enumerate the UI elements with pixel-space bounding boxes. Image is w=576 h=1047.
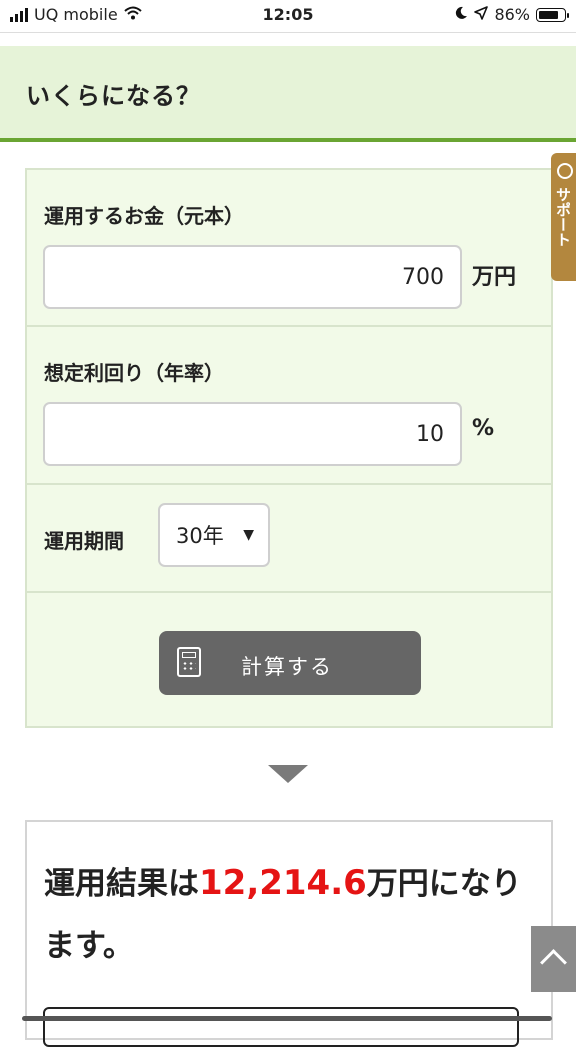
rate-row: 想定利回り（年率） % (27, 327, 551, 485)
principal-row: 運用するお金（元本） 万円 (27, 170, 551, 327)
result-value: 12,214.6 (199, 863, 367, 903)
calculator-icon (177, 647, 201, 677)
period-selected-value: 30年 (176, 524, 224, 548)
scroll-top-button[interactable] (531, 926, 576, 992)
support-side-tab[interactable]: サポート (551, 153, 576, 281)
principal-unit: 万円 (472, 265, 517, 290)
period-row: 運用期間 30年 ▼ (27, 485, 551, 593)
section-header: いくらになる？ (0, 46, 576, 142)
rate-unit: % (472, 416, 495, 441)
location-icon (474, 5, 489, 24)
simulation-form: 運用するお金（元本） 万円 想定利回り（年率） % 運用期間 30年 ▼ 計算す… (25, 168, 553, 728)
battery-icon (536, 7, 569, 22)
support-icon (557, 163, 573, 179)
calculate-button-label: 計算する (241, 655, 333, 679)
down-arrow-icon (268, 765, 308, 783)
calculate-button[interactable]: 計算する (159, 631, 421, 695)
calculate-row: 計算する (27, 593, 551, 726)
home-indicator (22, 1016, 552, 1021)
support-tab-label: サポート (554, 187, 572, 247)
battery-percent: 86% (494, 5, 530, 24)
status-right: 86% (454, 5, 569, 24)
status-bar: UQ mobile 12:05 86% (0, 0, 576, 32)
triangle-down-icon: ▼ (243, 527, 254, 543)
status-separator (0, 32, 576, 33)
rate-label: 想定利回り（年率） (44, 361, 224, 385)
result-text: 運用結果は12,214.6万円になります。 (44, 852, 524, 977)
moon-icon (454, 5, 468, 24)
result-panel: 運用結果は12,214.6万円になります。 (25, 820, 553, 1047)
chevron-up-icon (540, 949, 567, 976)
result-prefix: 運用結果は (44, 866, 199, 902)
result-detail-box (43, 1007, 519, 1047)
period-select[interactable]: 30年 ▼ (158, 503, 270, 567)
rate-input[interactable] (43, 402, 462, 466)
period-label: 運用期間 (44, 529, 124, 553)
section-title: いくらになる？ (26, 82, 201, 110)
principal-label: 運用するお金（元本） (44, 204, 244, 228)
principal-input[interactable] (43, 245, 462, 309)
